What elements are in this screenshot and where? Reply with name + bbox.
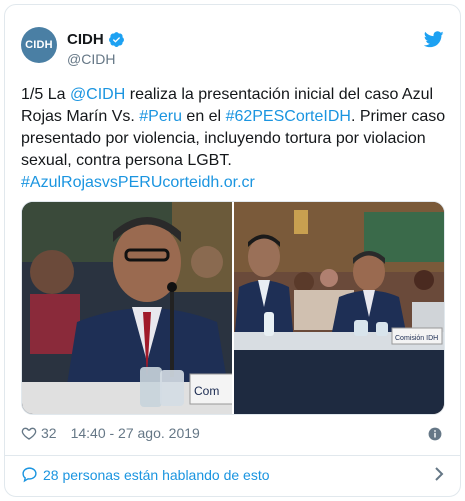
chevron-right-icon	[435, 467, 444, 481]
like-count[interactable]: 32	[41, 425, 57, 441]
tweet-text-part: en el	[181, 108, 226, 125]
author-name-row[interactable]: CIDH	[67, 31, 125, 48]
photo-panel[interactable]: Comisión IDH	[234, 202, 444, 414]
conversation-link[interactable]: 28 personas están hablando de esto	[21, 466, 445, 483]
photo-speaker-image: Com	[22, 202, 232, 414]
speech-bubble-icon	[22, 467, 37, 483]
divider	[5, 455, 460, 456]
tweet-text: 1/5 La @CIDH realiza la presentación ini…	[21, 84, 449, 194]
twitter-bird-icon[interactable]	[424, 31, 444, 48]
left-nameplate: Com	[194, 384, 219, 398]
conversation-label: 28 personas están hablando de esto	[43, 466, 270, 483]
avatar[interactable]: CIDH	[21, 27, 57, 63]
tweet-card: CIDH CIDH @CIDH 1/5 La @CIDH realiza la …	[4, 4, 461, 497]
info-icon[interactable]	[428, 427, 442, 441]
author-handle[interactable]: @CIDH	[67, 51, 115, 67]
tweet-meta: 32 14:40 - 27 ago. 2019	[21, 425, 200, 441]
tweet-media[interactable]: Com Comisión IDH	[21, 201, 445, 415]
mention-link[interactable]: @CIDH	[70, 86, 125, 103]
author-name[interactable]: CIDH	[67, 31, 104, 48]
hashtag-link[interactable]: #AzulRojasvsPERUcorteidh.or.cr	[21, 174, 255, 191]
verified-badge-icon	[108, 32, 124, 47]
timestamp[interactable]: 14:40 - 27 ago. 2019	[71, 425, 200, 441]
photo-speaker[interactable]: Com	[22, 202, 232, 414]
heart-icon[interactable]	[21, 425, 37, 441]
right-nameplate: Comisión IDH	[395, 335, 438, 342]
avatar-label: CIDH	[25, 39, 53, 51]
tweet-text-part: 1/5 La	[21, 86, 70, 103]
photo-panel-image: Comisión IDH	[234, 202, 444, 414]
hashtag-link[interactable]: #Peru	[139, 108, 182, 125]
hashtag-link[interactable]: #62PESCorteIDH	[226, 108, 351, 125]
